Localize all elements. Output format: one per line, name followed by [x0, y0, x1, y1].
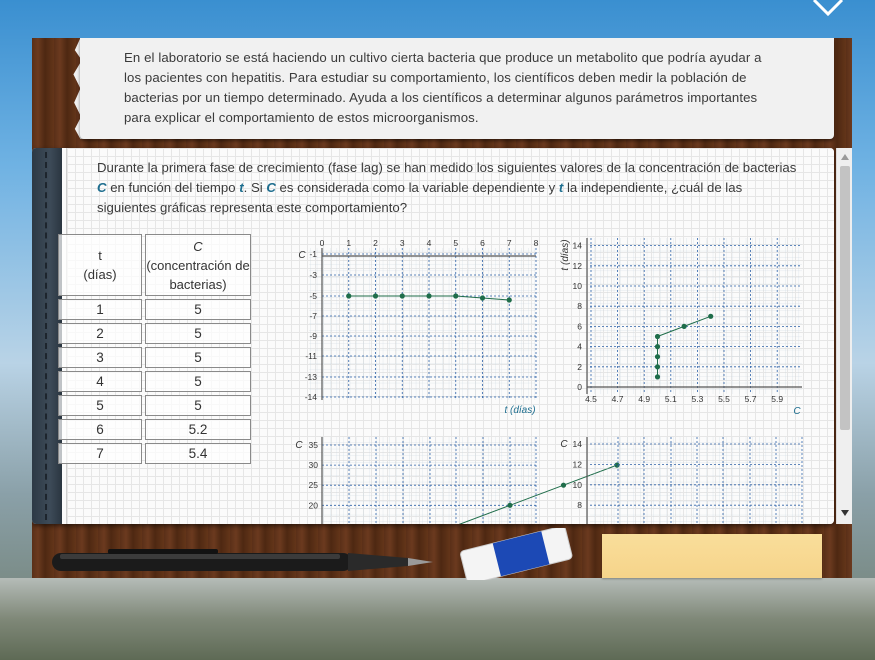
cell-t: 3: [58, 347, 142, 368]
cell-c: 5.2: [145, 419, 251, 440]
table-row: 55: [58, 395, 251, 416]
variable-c: C: [266, 180, 276, 195]
header-t: t (días): [58, 234, 142, 296]
data-table: t (días) C (concentración de bacterias) 15…: [55, 231, 254, 467]
table-row: 7 5.4: [58, 443, 251, 464]
cell-t: 5: [58, 395, 142, 416]
header-c: C (concentración de bacterias): [145, 234, 251, 296]
cell-t: 4: [58, 371, 142, 392]
sticky-note: [602, 534, 822, 578]
pen-decoration: [52, 549, 433, 571]
cell-t: 6: [58, 419, 142, 440]
question-part: es considerada como la variable dependie…: [275, 180, 559, 195]
question-text: Durante la primera fase de crecimiento (…: [97, 158, 802, 218]
question-part: Durante la primera fase de crecimiento (…: [97, 160, 797, 175]
intro-text: En el laboratorio se está haciendo un cu…: [124, 50, 762, 125]
scroll-down-icon[interactable]: [841, 510, 849, 516]
cell-c: 5: [145, 371, 251, 392]
collapse-chevron-icon[interactable]: [808, 0, 848, 20]
cell-c: 5: [145, 347, 251, 368]
intro-paper: En el laboratorio se está haciendo un cu…: [80, 38, 834, 139]
binding-stitch: [45, 152, 48, 520]
header-t-unit: (días): [83, 267, 117, 282]
header-c-label: C: [193, 238, 203, 254]
scroll-thumb[interactable]: [840, 166, 850, 430]
background-landscape: [0, 578, 875, 660]
cell-t: 1: [58, 299, 142, 320]
header-c-unit: (concentración de bacterias): [146, 257, 250, 292]
table-row: 15: [58, 299, 251, 320]
table-row: 6 5.2: [58, 419, 251, 440]
eraser-decoration: [460, 528, 573, 580]
question-part: en función del tiempo: [106, 180, 240, 195]
cell-c: 5: [145, 299, 251, 320]
table-row: 25: [58, 323, 251, 344]
vertical-scrollbar[interactable]: [836, 148, 852, 524]
cell-t: 7: [58, 443, 142, 464]
cell-c: 5: [145, 323, 251, 344]
table-row: 35: [58, 347, 251, 368]
header-t-label: t: [98, 248, 102, 263]
cell-t: 2: [58, 323, 142, 344]
table-row: 45: [58, 371, 251, 392]
variable-c: C: [97, 180, 107, 195]
scroll-up-icon[interactable]: [841, 154, 849, 160]
cell-c: 5.4: [145, 443, 251, 464]
question-part: . Si: [243, 180, 267, 195]
cell-c: 5: [145, 395, 251, 416]
table-header-row: t (días) C (concentración de bacterias): [58, 234, 251, 296]
